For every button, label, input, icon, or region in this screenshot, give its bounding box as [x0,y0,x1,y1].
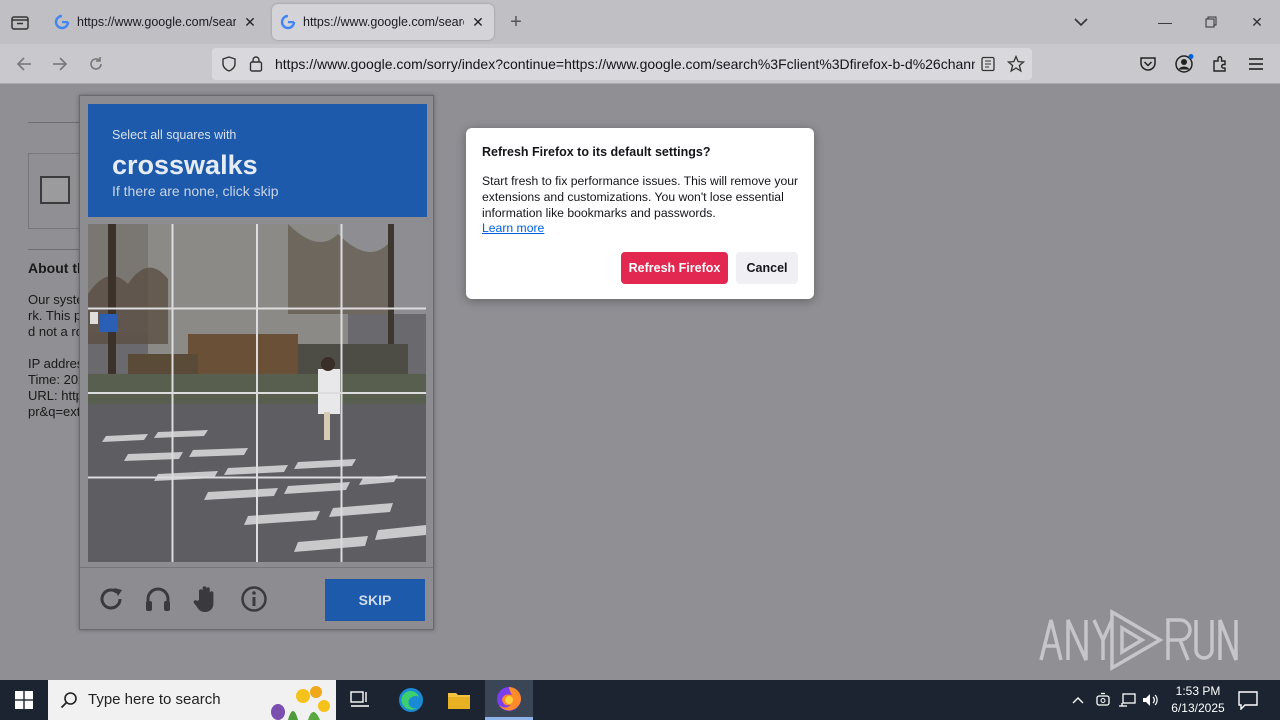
captcha-header: Select all squares with crosswalks If th… [88,104,427,217]
file-explorer-icon[interactable] [435,680,483,720]
tab-title: https://www.google.com/search?client=fir… [77,15,236,29]
reload-challenge-icon[interactable] [96,584,126,614]
restore-icon[interactable] [1196,8,1226,36]
anyrun-logo-icon [1039,608,1238,672]
firefox-icon[interactable] [485,680,533,720]
headphones-icon[interactable] [143,584,173,614]
dialog-body: Start fresh to fix performance issues. T… [482,174,799,220]
page-text-line: rk. This p [28,308,82,323]
anyrun-watermark [1038,608,1238,672]
refresh-firefox-dialog: Refresh Firefox to its default settings?… [466,128,814,299]
refresh-firefox-button[interactable]: Refresh Firefox [621,252,728,284]
notification-icon[interactable] [1236,690,1260,710]
url-text: https://www.google.com/sorry/index?conti… [275,56,975,72]
address-bar[interactable]: https://www.google.com/sorry/index?conti… [212,48,1032,80]
taskbar-search[interactable]: Type here to search [48,680,336,720]
street-scene-image [88,224,426,562]
device-icon[interactable] [1092,690,1114,710]
new-tab-icon[interactable]: + [504,10,528,34]
tab-title: https://www.google.com/search?client=fir… [303,15,464,29]
start-button[interactable] [0,680,48,720]
tab-bar: https://www.google.com/search?client=fir… [0,0,1280,44]
clock-time: 1:53 PM [1175,684,1221,698]
forward-icon[interactable] [48,52,72,76]
reload-icon[interactable] [84,52,108,76]
hand-icon[interactable] [191,584,221,614]
close-tab-icon[interactable]: ✕ [470,14,486,30]
show-hidden-icons-icon[interactable] [1068,690,1088,710]
taskbar: Type here to search 1:53 PM 6/13/2025 [0,680,1280,720]
network-icon[interactable] [1116,690,1138,710]
windows-logo-icon [15,691,33,709]
cancel-button[interactable]: Cancel [736,252,798,284]
search-placeholder: Type here to search [88,691,221,708]
skip-button[interactable]: SKIP [325,579,425,621]
recaptcha-checkbox[interactable] [40,176,70,204]
dialog-title: Refresh Firefox to its default settings? [482,145,711,159]
google-favicon-icon [54,14,70,30]
back-icon[interactable] [12,52,36,76]
chevron-down-icon[interactable] [1070,12,1092,32]
captcha-target: crosswalks [112,150,258,180]
captcha-hint: If there are none, click skip [112,183,279,199]
lock-icon[interactable] [249,55,263,72]
edge-icon[interactable] [387,680,435,720]
tab-list-icon[interactable] [8,10,32,34]
task-view-icon[interactable] [336,680,384,720]
menu-icon[interactable] [1244,52,1268,76]
volume-icon[interactable] [1140,690,1162,710]
google-favicon-icon [280,14,296,30]
page-text-line: IP addres [28,356,84,371]
tab-google-search-1[interactable]: https://www.google.com/search?client=fir… [46,4,266,40]
reader-view-icon[interactable] [980,56,996,72]
pocket-icon[interactable] [1136,52,1160,76]
page-text-line: Time: 202 [28,372,86,387]
captcha-challenge: Select all squares with crosswalks If th… [79,95,434,630]
clock-date: 6/13/2025 [1171,701,1225,715]
extensions-icon[interactable] [1208,52,1232,76]
page-text-line: d not a ro [28,324,83,339]
bookmark-star-icon[interactable] [1007,55,1025,73]
captcha-image-grid[interactable] [88,224,426,562]
captcha-footer: SKIP [80,567,433,629]
tab-google-search-2[interactable]: https://www.google.com/search?client=fir… [272,4,494,40]
account-icon[interactable] [1172,52,1196,76]
search-icon [60,692,77,709]
page-text-line: Our syste [28,292,84,307]
page-text-line: pr&q=ext [28,404,81,419]
learn-more-link[interactable]: Learn more [482,221,544,235]
close-window-icon[interactable]: ✕ [1242,8,1272,36]
clock[interactable]: 1:53 PM 6/13/2025 [1160,683,1236,717]
flowers-decoration-icon [271,686,330,720]
shield-icon[interactable] [221,56,237,72]
info-icon[interactable] [239,584,269,614]
nav-bar: https://www.google.com/sorry/index?conti… [0,44,1280,84]
close-tab-icon[interactable]: ✕ [242,14,258,30]
minimize-icon[interactable]: — [1150,8,1180,36]
captcha-instruction: Select all squares with [112,128,237,142]
page-text-line: URL: http [28,388,83,403]
